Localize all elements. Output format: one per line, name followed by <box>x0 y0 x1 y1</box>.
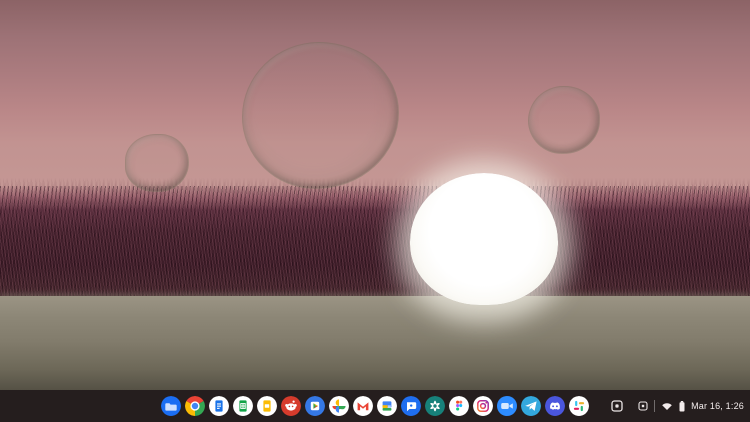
wallpaper-bubble-small-right <box>528 86 600 154</box>
wallpaper-glowing-orb <box>410 173 558 305</box>
wallpaper-ground <box>0 296 750 390</box>
screen-capture-button[interactable] <box>606 395 628 417</box>
chrome-icon <box>185 396 205 416</box>
google-docs-icon <box>209 396 229 416</box>
zoom-icon <box>497 396 517 416</box>
shelf: Mar 16, 1:26 <box>0 390 750 422</box>
google-slides-icon <box>257 396 277 416</box>
desktop-wallpaper <box>0 0 750 422</box>
shelf-app-photos[interactable] <box>329 396 349 416</box>
wallpaper-reed-field <box>0 186 750 306</box>
discord-icon <box>545 396 565 416</box>
shelf-app-reddit[interactable] <box>281 396 301 416</box>
shelf-app-zoom[interactable] <box>497 396 517 416</box>
status-separator <box>654 400 656 412</box>
shelf-app-gmail[interactable] <box>353 396 373 416</box>
instagram-icon <box>473 396 493 416</box>
shelf-app-instagram[interactable] <box>473 396 493 416</box>
shelf-app-discord[interactable] <box>545 396 565 416</box>
shelf-app-slides[interactable] <box>257 396 277 416</box>
google-play-icon <box>305 396 325 416</box>
chatgpt-icon <box>425 396 445 416</box>
shelf-app-google-play[interactable] <box>305 396 325 416</box>
shelf-app-docs[interactable] <box>209 396 229 416</box>
screen-capture-icon <box>611 400 623 412</box>
shelf-pinned-apps <box>161 396 589 416</box>
shelf-app-chatgpt[interactable] <box>425 396 445 416</box>
launcher-button[interactable] <box>21 397 39 415</box>
status-tray-button[interactable]: Mar 16, 1:26 <box>638 395 744 417</box>
shelf-app-news[interactable] <box>377 396 397 416</box>
gmail-icon <box>353 396 373 416</box>
google-sheets-icon <box>233 396 253 416</box>
battery-icon <box>679 400 685 411</box>
slack-icon <box>569 396 589 416</box>
google-chat-icon <box>401 396 421 416</box>
wallpaper-bubble-small-left <box>125 134 189 192</box>
shelf-app-figma[interactable] <box>449 396 469 416</box>
telegram-icon <box>521 396 541 416</box>
wifi-icon <box>662 403 672 410</box>
notification-app-icon <box>638 401 648 411</box>
google-news-icon <box>377 396 397 416</box>
shelf-app-telegram[interactable] <box>521 396 541 416</box>
clock-datetime: Mar 16, 1:26 <box>691 401 744 411</box>
shelf-app-slack[interactable] <box>569 396 589 416</box>
shelf-app-sheets[interactable] <box>233 396 253 416</box>
reddit-icon <box>281 396 301 416</box>
shelf-status-area: Mar 16, 1:26 <box>606 395 744 417</box>
files-icon <box>161 396 181 416</box>
shelf-app-files[interactable] <box>161 396 181 416</box>
figma-icon <box>449 396 469 416</box>
shelf-app-chat[interactable] <box>401 396 421 416</box>
shelf-app-chrome[interactable] <box>185 396 205 416</box>
google-photos-icon <box>329 396 349 416</box>
